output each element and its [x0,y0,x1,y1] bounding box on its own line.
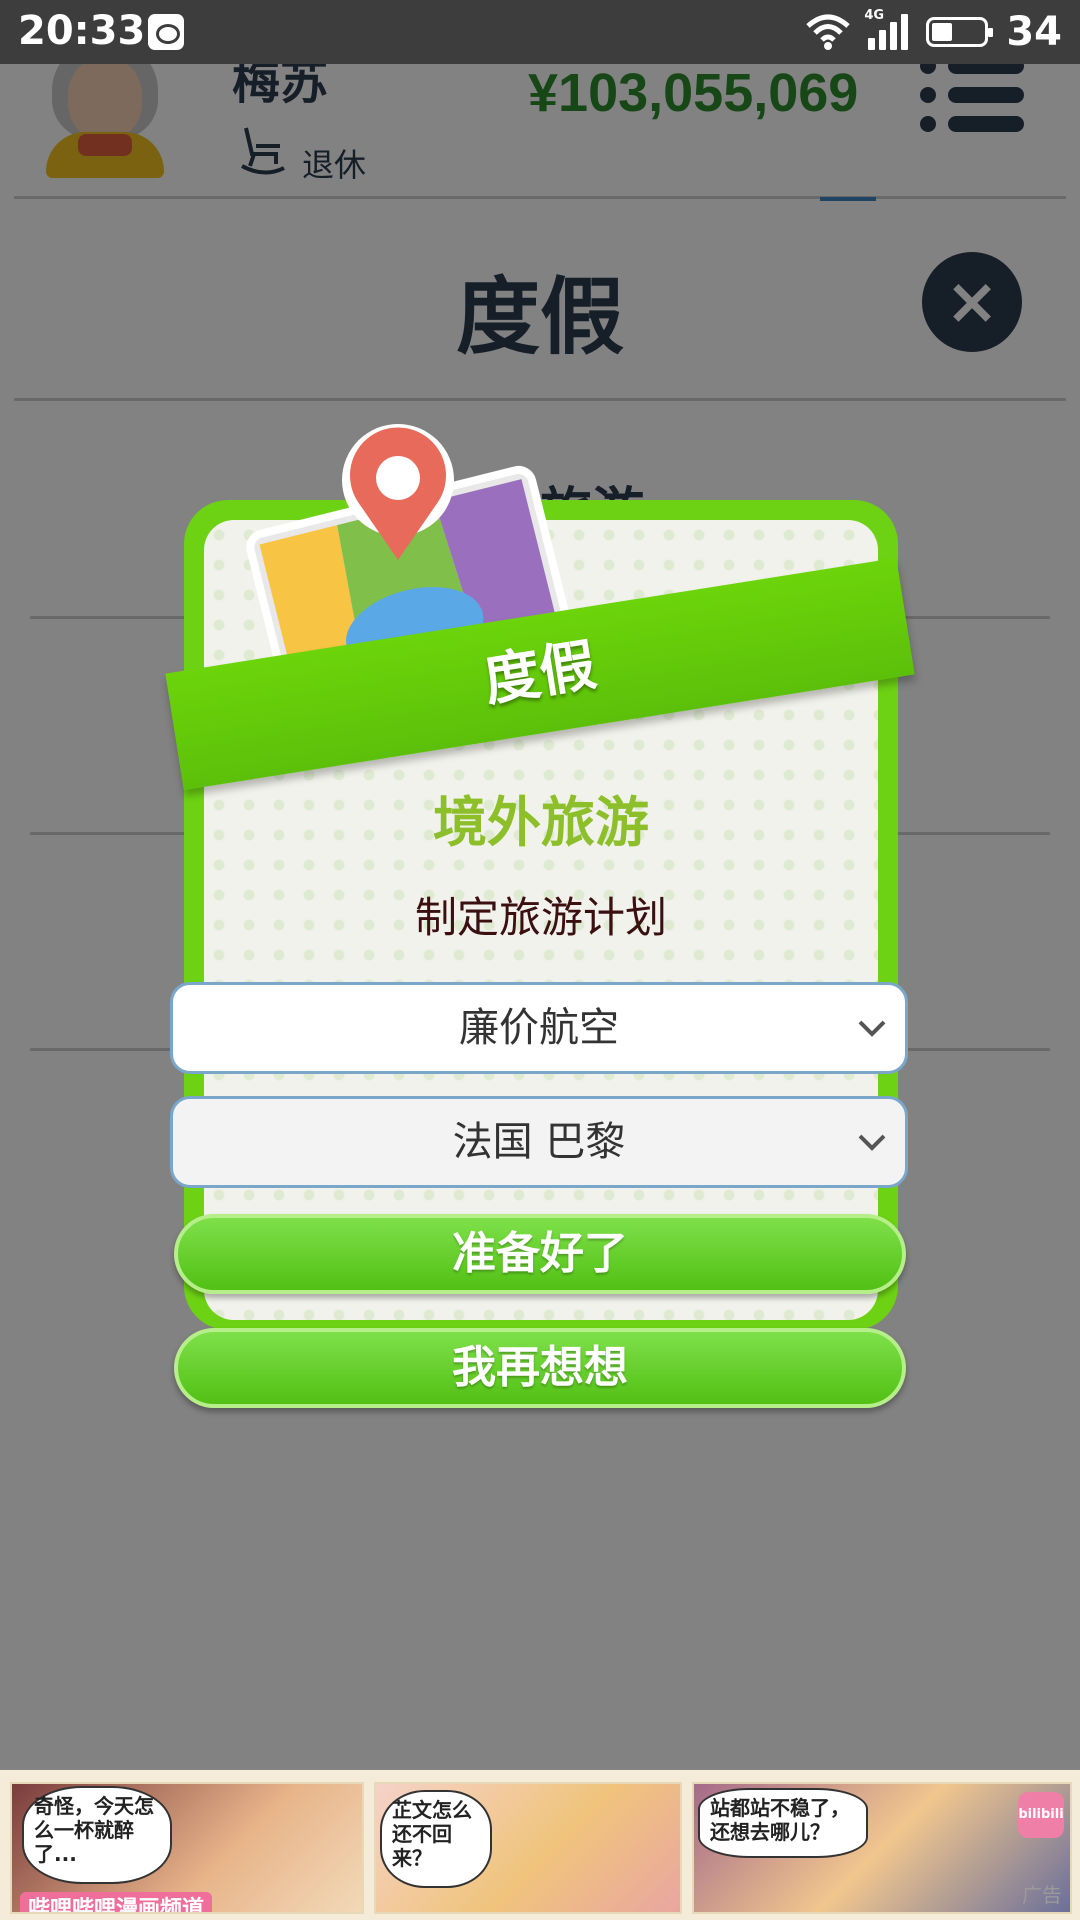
confirm-button[interactable]: 准备好了 [174,1214,906,1294]
airline-select-value: 廉价航空 [459,1005,619,1051]
vacation-dialog: 度假 境外旅游 制定旅游计划 廉价航空 法国 巴黎 准备好了 我再想想 [0,0,1080,1920]
weibo-icon [148,14,184,50]
wifi-icon [806,14,850,50]
ad-speech-bubble: 芷文怎么还不回来？ [380,1790,492,1888]
battery-icon [926,17,994,47]
signal-icon: 4G [864,8,909,50]
cancel-button[interactable]: 我再想想 [174,1328,906,1408]
ad-label: 广告 [1022,1883,1062,1907]
ad-speech-bubble: 奇怪，今天怎么一杯就醉了... [22,1786,172,1884]
airline-select[interactable]: 廉价航空 [170,982,908,1074]
dialog-subtitle: 制定旅游计划 [414,893,667,942]
destination-select[interactable]: 法国 巴黎 [170,1096,908,1188]
ad-channel-label: 哔哩哔哩漫画频道 [20,1892,213,1912]
ad-speech-bubble: 站都站不稳了，还想去哪儿？ [698,1788,868,1858]
ad-panel: 芷文怎么还不回来？ [374,1782,682,1914]
network-type: 4G [864,8,885,23]
bilibili-logo: bilibili [1018,1792,1064,1838]
destination-select-value: 法国 巴黎 [452,1119,626,1165]
ad-panel: 奇怪，今天怎么一杯就醉了... 哔哩哔哩漫画频道 [10,1782,364,1914]
dialog-title: 境外旅游 [433,791,649,854]
battery-percent: 34 [1006,9,1062,55]
ad-panel: 站都站不稳了，还想去哪儿？ bilibili 广告 [692,1782,1072,1914]
ad-banner[interactable]: 奇怪，今天怎么一杯就醉了... 哔哩哔哩漫画频道 芷文怎么还不回来？ 站都站不稳… [0,1770,1080,1920]
chevron-down-icon [858,1134,886,1151]
status-time: 20:33 [18,8,146,54]
status-icons: 4G 34 [806,8,1062,56]
chevron-down-icon [858,1020,886,1037]
status-bar: 20:33 4G 34 [0,0,1080,64]
